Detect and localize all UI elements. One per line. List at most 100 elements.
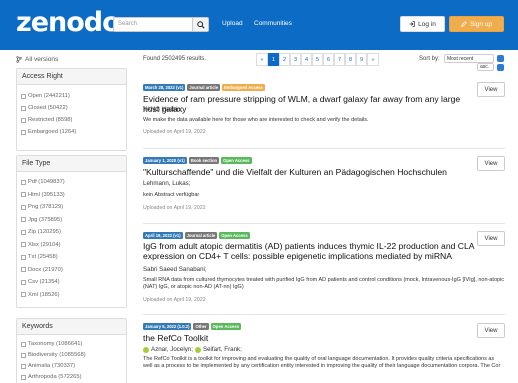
date-badge: January 5, 2022 (1.0.2) — [143, 323, 192, 330]
view-button[interactable]: View — [477, 323, 505, 338]
page-next[interactable]: » — [367, 53, 379, 66]
filter-docx[interactable]: Docx (21970) — [21, 267, 63, 273]
filter-animalia[interactable]: Animalia (730337) — [21, 363, 75, 369]
page-3[interactable]: 3 — [290, 53, 301, 66]
checkbox[interactable] — [21, 279, 26, 285]
filter-label: Txt (25458) — [28, 254, 58, 260]
page-8[interactable]: 8 — [345, 53, 356, 66]
checkbox[interactable] — [21, 105, 26, 111]
filter-taxonomy[interactable]: Taxonomy (1086641) — [21, 341, 82, 347]
sort-field-arrow[interactable] — [497, 55, 504, 62]
checkbox[interactable] — [21, 242, 26, 247]
checkbox[interactable] — [21, 179, 26, 185]
search-button[interactable] — [193, 17, 209, 32]
date-badge: March 28, 2022 (v1) — [143, 84, 186, 91]
sort-label: Sort by: — [419, 56, 440, 62]
page-2[interactable]: 2 — [279, 53, 290, 66]
zenodo-logo[interactable]: zenodo — [16, 8, 121, 38]
checkbox[interactable] — [21, 217, 26, 222]
record-title[interactable]: IgG from adult atopic dermatitis (AD) pa… — [143, 241, 478, 261]
sort-field-select[interactable]: Most recent — [444, 54, 494, 63]
type-badge: Journal article — [187, 84, 221, 91]
search-icon — [197, 21, 205, 29]
author-name: Aznar, Jocelyn; — [151, 346, 193, 353]
page-prev[interactable]: « — [256, 53, 268, 66]
page-1[interactable]: 1 — [268, 53, 279, 66]
filter-arthropoda[interactable]: Arthropoda (572265) — [21, 374, 82, 380]
record-title[interactable]: the RefCo Toolkit — [143, 333, 478, 343]
sort-order-arrow[interactable] — [497, 64, 504, 71]
filter-label: Xlsx (29104) — [28, 241, 61, 248]
page-7[interactable]: 7 — [334, 53, 345, 66]
filter-xml[interactable]: Xml (18526) — [21, 292, 60, 298]
filter-html[interactable]: Html (395133) — [21, 192, 65, 198]
page-9[interactable]: 9 — [356, 53, 367, 66]
filter-csv[interactable]: Csv (21354) — [21, 279, 60, 285]
login-icon — [409, 21, 415, 27]
view-button[interactable]: View — [477, 82, 505, 97]
filter-restricted[interactable]: Restricted (8598) — [21, 117, 72, 123]
checkbox[interactable] — [21, 129, 26, 135]
record-badges: March 28, 2022 (v1) Journal article Emba… — [143, 84, 265, 91]
page-5[interactable]: 5 — [312, 53, 323, 66]
checkbox[interactable] — [21, 117, 26, 123]
login-button[interactable]: Log in — [400, 16, 445, 32]
author-name: Seifart, Frank; — [202, 346, 242, 353]
checkbox[interactable] — [21, 363, 26, 369]
filter-biodiversity[interactable]: Biodiversity (1085568) — [21, 352, 86, 358]
checkbox[interactable] — [21, 229, 26, 235]
top-navbar: zenodo Search Upload Communities Log in … — [0, 0, 518, 50]
checkbox[interactable] — [21, 267, 26, 272]
filter-label: Html (395133) — [28, 191, 65, 198]
nav-communities[interactable]: Communities — [254, 20, 292, 27]
record-badges: January 1, 2020 (v1) Book section Open A… — [143, 157, 252, 164]
checkbox[interactable] — [21, 254, 26, 260]
page-4[interactable]: 4 — [301, 53, 312, 66]
record-uploaded: Uploaded on April 19, 2022 — [143, 129, 206, 135]
view-button[interactable]: View — [477, 156, 505, 171]
filter-label: Animalia (730337) — [28, 363, 76, 369]
checkbox[interactable] — [21, 341, 26, 347]
filter-embargoed[interactable]: Embargoed (1264) — [21, 129, 76, 135]
record-description: The RefCo Toolkit is a toolkit for impro… — [143, 356, 501, 370]
filter-label: Arthropoda (572265) — [28, 374, 82, 380]
divider — [143, 148, 505, 149]
date-badge: January 1, 2020 (v1) — [143, 157, 187, 164]
filter-jpg[interactable]: Jpg (375895) — [21, 217, 62, 223]
type-badge: Other — [193, 323, 209, 330]
signup-button[interactable]: Sign up — [449, 16, 504, 32]
record-authors: YANG Yanbin; — [143, 106, 183, 113]
sort-order-select[interactable]: asc. — [477, 63, 494, 71]
checkbox[interactable] — [21, 192, 26, 197]
panel-title: Access Right — [17, 69, 126, 85]
panel-title: File Type — [17, 156, 126, 172]
nav-upload[interactable]: Upload — [222, 20, 243, 27]
all-versions-toggle[interactable]: All versions — [16, 56, 58, 63]
search-input[interactable]: Search — [113, 17, 193, 32]
filter-closed[interactable]: Closed (50422) — [21, 105, 68, 111]
filter-txt[interactable]: Txt (25458) — [21, 254, 58, 260]
filter-label: Pdf (1049837) — [28, 179, 65, 185]
filter-zip[interactable]: Zip (120295) — [21, 229, 61, 235]
filter-label: Taxonomy (1086641) — [28, 341, 83, 347]
orcid-icon — [143, 346, 149, 353]
filter-label: Open (2442211) — [28, 93, 70, 99]
filter-png[interactable]: Png (378129) — [21, 204, 63, 210]
filter-label: Csv (21354) — [28, 279, 60, 285]
checkbox[interactable] — [21, 374, 26, 380]
record-title[interactable]: "Kulturschaffende" und die Vielfalt der … — [143, 167, 478, 177]
filter-open[interactable]: Open (2442211) — [21, 93, 70, 99]
page-6[interactable]: 6 — [323, 53, 334, 66]
record-uploaded: Uploaded on April 19, 2022 — [143, 297, 206, 303]
checkbox[interactable] — [21, 93, 26, 99]
view-button[interactable]: View — [477, 231, 505, 246]
record-title[interactable]: Evidence of ram pressure stripping of WL… — [143, 94, 478, 114]
divider — [143, 314, 505, 315]
signup-label: Sign up — [469, 20, 493, 28]
filter-pdf[interactable]: Pdf (1049837) — [21, 179, 65, 185]
checkbox[interactable] — [21, 292, 26, 297]
filter-xlsx[interactable]: Xlsx (29104) — [21, 242, 61, 248]
checkbox[interactable] — [21, 352, 26, 358]
filter-label: Closed (50422) — [28, 105, 68, 111]
checkbox[interactable] — [21, 204, 26, 210]
